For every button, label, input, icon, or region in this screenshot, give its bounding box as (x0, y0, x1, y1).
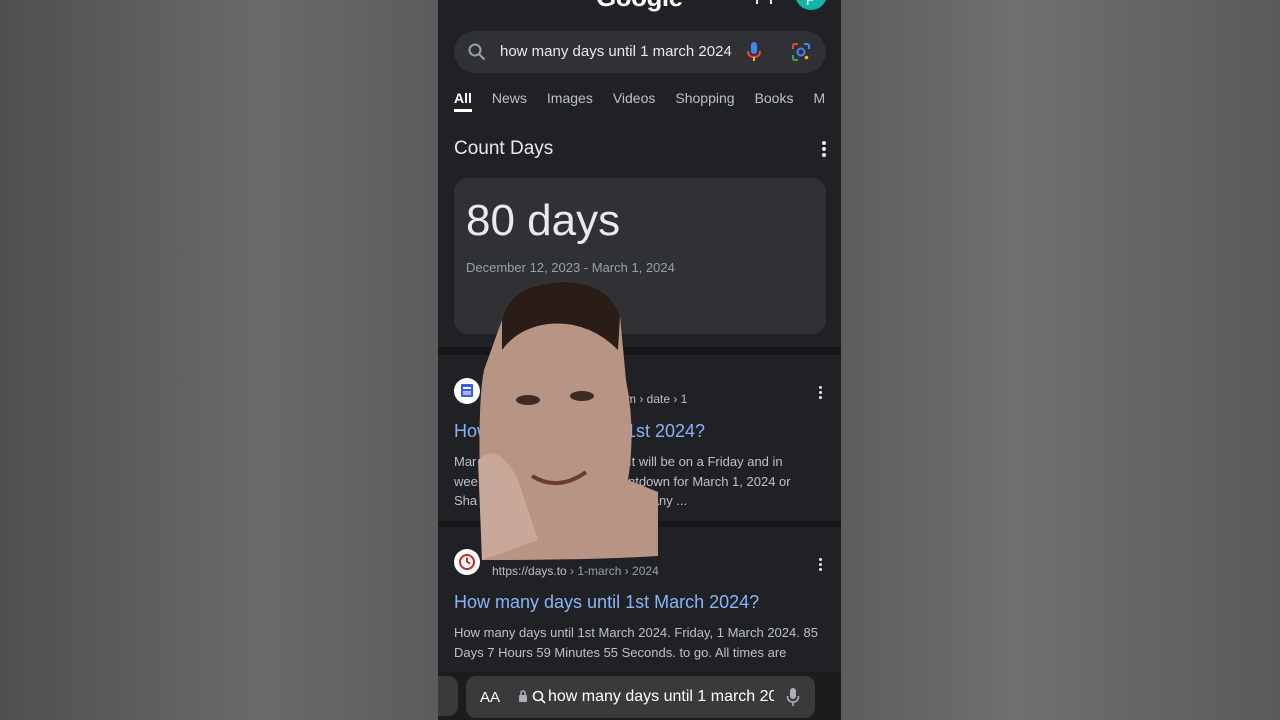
more-options-icon[interactable] (822, 141, 826, 159)
google-lens-icon[interactable] (791, 42, 811, 62)
search-bar[interactable]: how many days until 1 march 2024 (454, 31, 826, 73)
result-snippet: How many days until 1st March 2024. Frid… (454, 625, 818, 660)
tab-all[interactable]: All (454, 90, 472, 112)
tab-videos[interactable]: Videos (613, 90, 656, 106)
text-size-button[interactable]: AA (480, 689, 500, 706)
search-icon (468, 43, 486, 61)
blurred-background-left (0, 0, 438, 720)
search-result: https://days.to › 1-march › 2024 How man… (454, 549, 826, 669)
microphone-icon[interactable] (786, 687, 800, 707)
clock-favicon-icon (454, 549, 480, 575)
microphone-icon[interactable] (746, 41, 762, 63)
site-favicon-icon (454, 378, 480, 404)
bell-icon[interactable] (756, 0, 772, 4)
tab-news[interactable]: News (492, 90, 527, 106)
avatar[interactable]: P (795, 0, 827, 10)
count-days-range: December 12, 2023 - March 1, 2024 (466, 260, 675, 275)
address-text[interactable]: how many days until 1 march 2024 (548, 688, 774, 706)
lock-icon (519, 690, 527, 702)
result-title[interactable]: How many days until 1st March 2024? (454, 592, 759, 613)
result-more-options-icon[interactable] (819, 386, 823, 401)
result-url: https://days.to › 1-march › 2024 (492, 564, 659, 578)
result-more-options-icon[interactable] (819, 558, 823, 573)
address-bar[interactable]: AA how many days until 1 march 2024 (466, 676, 815, 718)
tab-images[interactable]: Images (547, 90, 593, 106)
tab-shopping[interactable]: Shopping (675, 90, 734, 106)
tab-more[interactable]: M (813, 90, 825, 106)
search-input[interactable]: how many days until 1 march 2024 (500, 43, 732, 60)
search-icon (532, 690, 546, 704)
previous-tab-handle[interactable] (438, 676, 458, 716)
person-face-overlay (478, 281, 658, 560)
search-tabs: All News Images Videos Shopping Books M (454, 90, 841, 114)
top-app-bar: Google P (438, 0, 841, 18)
browser-bottom-bar: AA how many days until 1 march 2024 (438, 672, 841, 720)
tab-books[interactable]: Books (755, 90, 794, 106)
google-logo: Google (596, 0, 683, 13)
blurred-background-right (841, 0, 1280, 720)
count-days-value: 80 days (466, 196, 621, 245)
count-days-title: Count Days (454, 138, 554, 159)
